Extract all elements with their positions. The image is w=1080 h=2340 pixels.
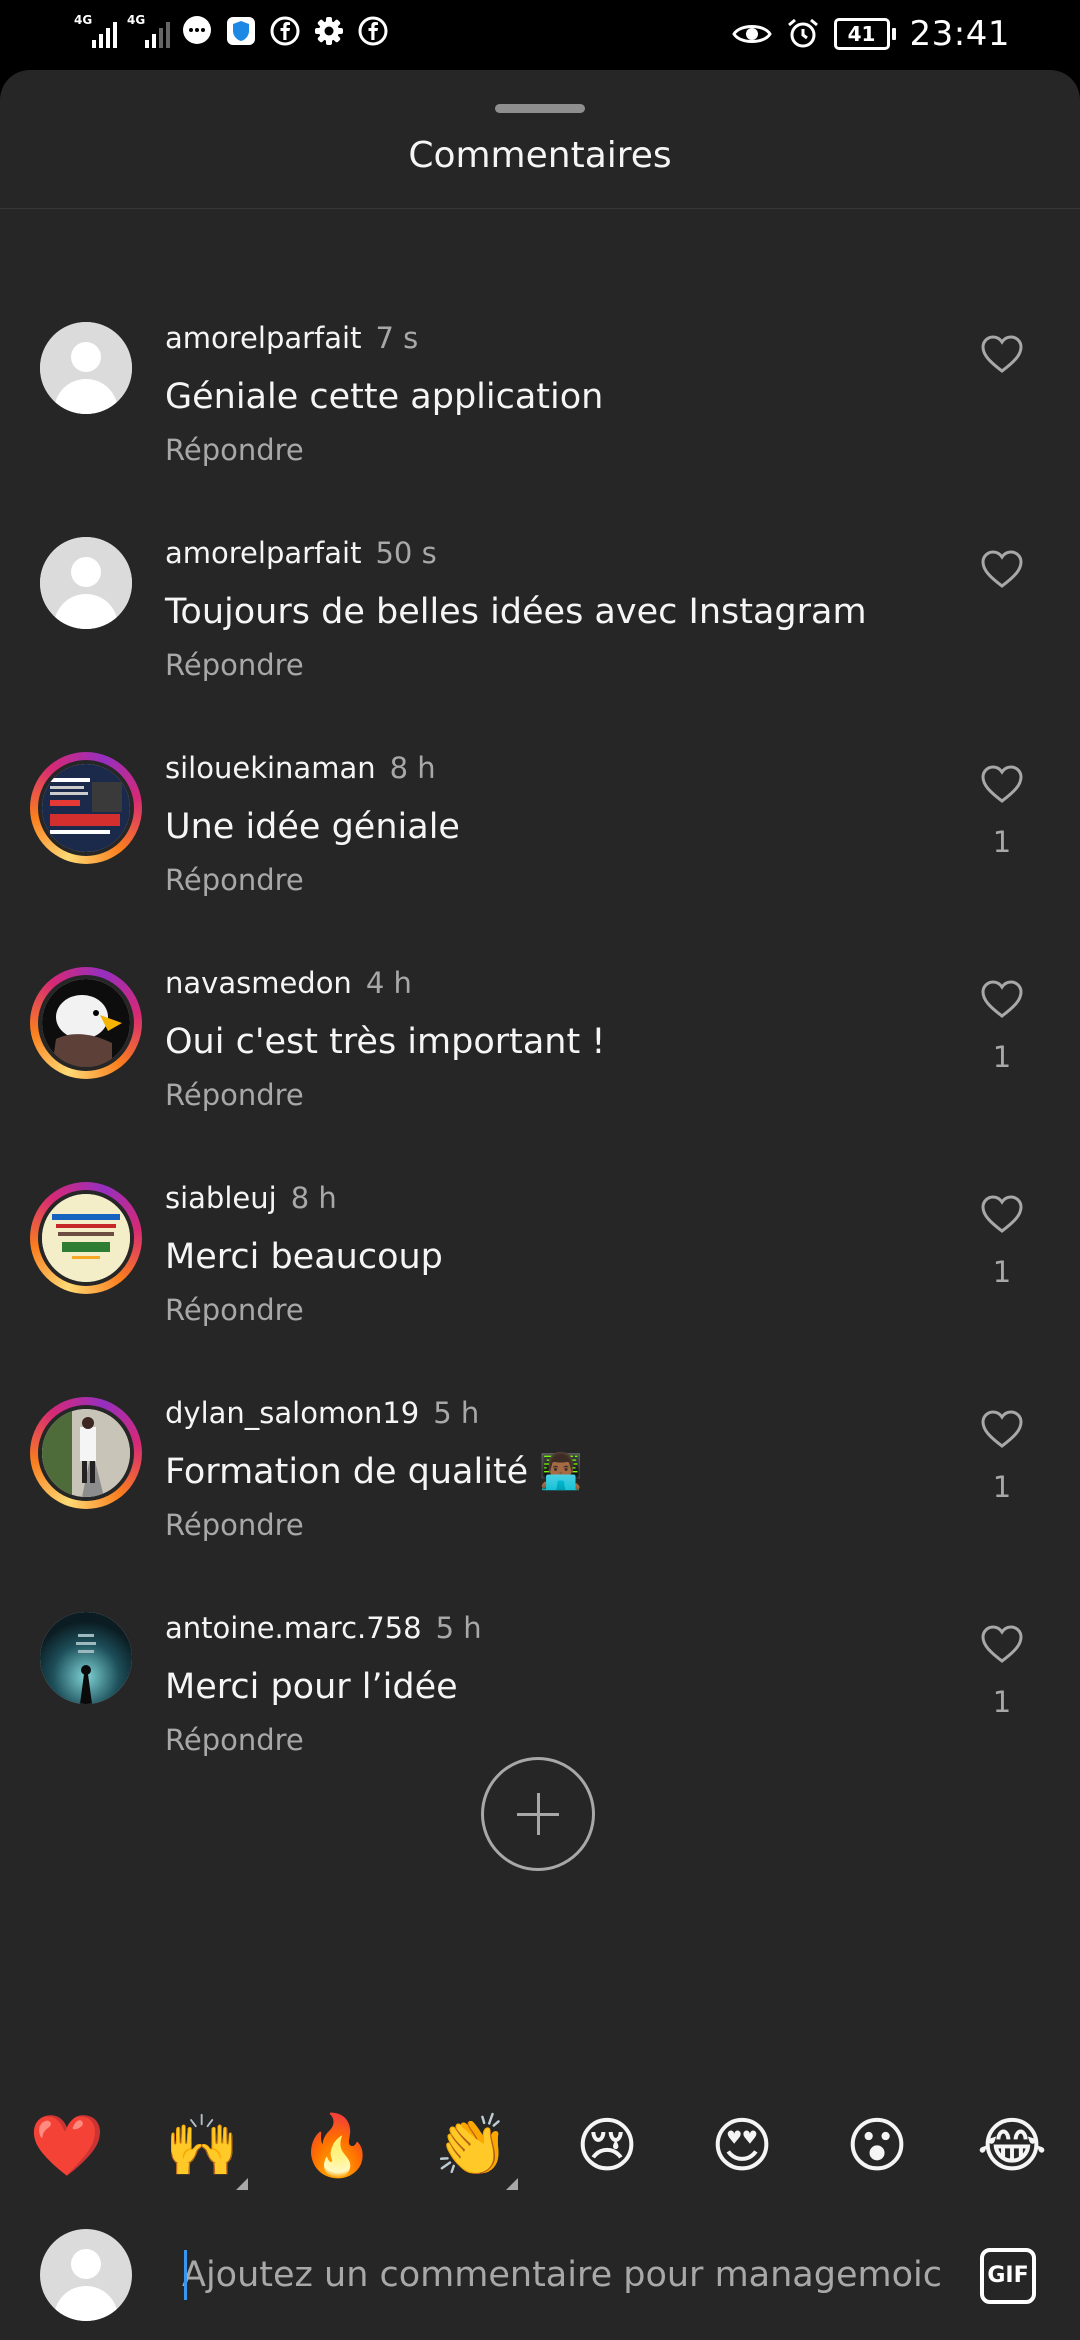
heart-icon[interactable] — [980, 979, 1024, 1019]
heart-icon[interactable] — [980, 1624, 1024, 1664]
avatar[interactable] — [40, 537, 132, 629]
comment-username[interactable]: amorelparfait — [165, 536, 361, 570]
comment-timestamp: 8 h — [290, 1181, 337, 1215]
reply-button[interactable]: Répondre — [165, 1290, 304, 1330]
comment-timestamp: 8 h — [389, 751, 436, 785]
reaction-surprised[interactable]: 😮 — [837, 2106, 917, 2186]
comment-input[interactable]: Ajoutez un commentaire pour managemoici.… — [182, 2246, 942, 2304]
avatar-story-ring[interactable] — [30, 752, 142, 864]
skin-tone-corner-icon — [236, 2178, 248, 2190]
cellular-signal-icon-2: 4G — [127, 14, 170, 48]
heart-icon[interactable] — [980, 334, 1024, 374]
default-avatar-icon — [40, 2229, 132, 2321]
avatar-story-ring[interactable] — [30, 1182, 142, 1294]
reply-button[interactable]: Répondre — [165, 645, 304, 685]
comment-item: navasmedon 4 h Oui c'est très important !… — [0, 927, 1080, 1142]
comment-text: Formation de qualité 👨🏾‍💻 — [165, 1452, 583, 1492]
alarm-clock-icon — [786, 17, 820, 51]
comment-username[interactable]: silouekinaman — [165, 751, 376, 785]
security-shield-icon — [224, 14, 258, 48]
comment-item: antoine.marc.758 5 h Merci pour l’idée Ré… — [0, 1572, 1080, 1787]
heart-icon[interactable] — [980, 764, 1024, 804]
reply-button[interactable]: Répondre — [165, 1720, 304, 1760]
sheet-title: Commentaires — [408, 135, 672, 176]
comment-item: silouekinaman 8 h Une idée géniale Répond… — [0, 712, 1080, 927]
messenger-icon — [180, 14, 214, 48]
comment-timestamp: 7 s — [375, 321, 419, 355]
like-count: 1 — [992, 1040, 1012, 1074]
comment-username[interactable]: amorelparfait — [165, 321, 361, 355]
comment-item: siableuj 8 h Merci beaucoup Répondre 1 — [0, 1142, 1080, 1357]
comment-item: amorelparfait 7 s Géniale cette applicati… — [0, 282, 1080, 497]
heart-icon[interactable] — [980, 549, 1024, 589]
avatar-story-ring[interactable] — [30, 967, 142, 1079]
comment-timestamp: 4 h — [365, 966, 412, 1000]
comment-text: Oui c'est très important ! — [165, 1022, 606, 1062]
comment-composer: Ajoutez un commentaire pour managemoici.… — [0, 2210, 1080, 2340]
clock-time: 23:41 — [909, 14, 1010, 54]
eye-comfort-icon — [731, 17, 772, 51]
comment-username[interactable]: antoine.marc.758 — [165, 1611, 422, 1645]
comment-text: Merci pour l’idée — [165, 1667, 458, 1707]
comment-item: amorelparfait 50 s Toujours de belles idé… — [0, 497, 1080, 712]
reaction-laughing[interactable]: 😂 — [972, 2106, 1052, 2186]
reaction-heart[interactable]: ❤️ — [27, 2106, 107, 2186]
comment-text: Géniale cette application — [165, 377, 604, 417]
status-bar: 4G 4G 41 23:41 — [0, 0, 1080, 72]
drag-handle[interactable] — [495, 104, 585, 113]
reply-button[interactable]: Répondre — [165, 860, 304, 900]
skin-tone-corner-icon — [506, 2178, 518, 2190]
reaction-clapping[interactable]: 👏 — [432, 2106, 518, 2190]
comment-text: Une idée géniale — [165, 807, 460, 847]
reply-button[interactable]: Répondre — [165, 1075, 304, 1115]
cellular-signal-icon: 4G — [74, 14, 117, 48]
reply-button[interactable]: Répondre — [165, 430, 304, 470]
comment-timestamp: 5 h — [435, 1611, 482, 1645]
comment-timestamp: 50 s — [375, 536, 437, 570]
avatar[interactable] — [40, 322, 132, 414]
settings-gear-icon — [312, 14, 346, 48]
my-avatar — [40, 2229, 132, 2321]
avatar[interactable] — [40, 1612, 132, 1704]
quick-reactions-bar: ❤️ 🙌 🔥 👏 😢 😍 😮 😂 — [0, 2106, 1080, 2190]
comment-text: Toujours de belles idées avec Instagram — [165, 592, 867, 632]
default-avatar-icon — [40, 537, 132, 629]
reply-button[interactable]: Répondre — [165, 1505, 304, 1545]
heart-icon[interactable] — [980, 1409, 1024, 1449]
text-cursor — [184, 2250, 187, 2300]
facebook-icon — [268, 14, 302, 48]
comment-username[interactable]: dylan_salomon19 — [165, 1396, 419, 1430]
header-divider — [0, 208, 1080, 209]
default-avatar-icon — [40, 322, 132, 414]
comment-username[interactable]: siableuj — [165, 1181, 277, 1215]
reaction-raising-hands[interactable]: 🙌 — [162, 2106, 248, 2190]
heart-icon[interactable] — [980, 1194, 1024, 1234]
facebook-icon-2 — [356, 14, 390, 48]
like-count: 1 — [992, 1255, 1012, 1289]
reaction-fire[interactable]: 🔥 — [297, 2106, 377, 2186]
avatar — [38, 975, 134, 1071]
comment-timestamp: 5 h — [433, 1396, 480, 1430]
battery-icon: 41 — [833, 18, 896, 50]
gif-button[interactable]: GIF — [980, 2248, 1036, 2304]
load-more-plus-icon[interactable] — [481, 1757, 595, 1871]
avatar — [38, 1190, 134, 1286]
reaction-heart-eyes[interactable]: 😍 — [702, 2106, 782, 2186]
reaction-crying[interactable]: 😢 — [567, 2106, 647, 2186]
avatar-story-ring[interactable] — [30, 1397, 142, 1509]
like-count: 1 — [992, 825, 1012, 859]
avatar — [38, 1405, 134, 1501]
comment-username[interactable]: navasmedon — [165, 966, 352, 1000]
comment-text: Merci beaucoup — [165, 1237, 443, 1277]
avatar — [38, 760, 134, 856]
comment-item: dylan_salomon19 5 h Formation de qualité … — [0, 1357, 1080, 1572]
like-count: 1 — [992, 1470, 1012, 1504]
like-count: 1 — [992, 1685, 1012, 1719]
